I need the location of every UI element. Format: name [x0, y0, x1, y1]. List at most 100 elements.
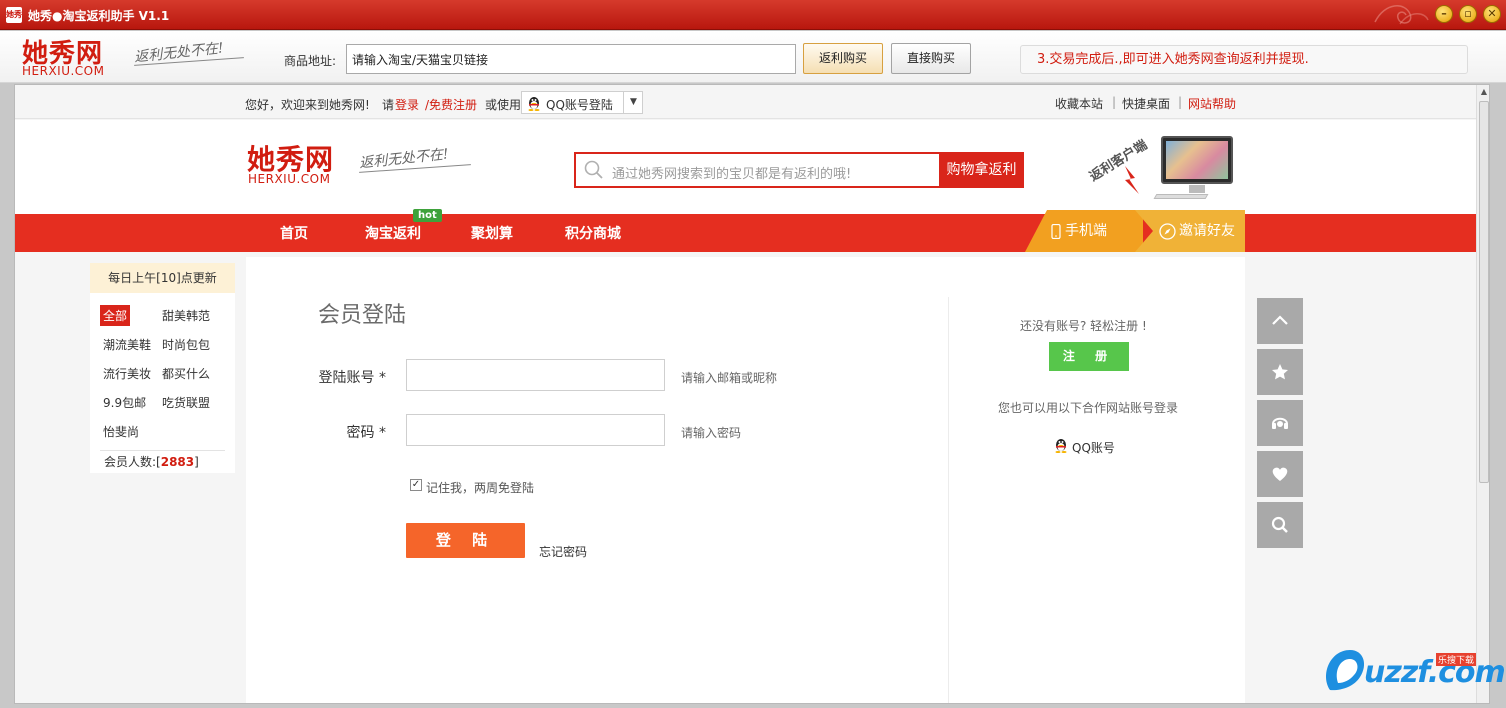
account-field-label: 登陆账号 *: [318, 370, 386, 386]
wishlist-button[interactable]: [1257, 451, 1303, 497]
direct-buy-button[interactable]: 直接购买: [891, 43, 971, 74]
search-input[interactable]: 通过她秀网搜索到的宝贝都是有返利的哦!: [612, 163, 851, 182]
keyboard-icon: [1153, 194, 1209, 199]
site-logo[interactable]: 她秀网 HERXIU.COM 返利无处不在!: [247, 138, 487, 198]
embedded-browser: 您好，欢迎来到她秀网! 请 登录 /免费注册 或使用 QQ账号登陆 ▼ 收藏本站…: [14, 84, 1490, 704]
category-item[interactable]: 潮流美鞋: [103, 336, 151, 353]
category-item[interactable]: 流行美妆: [103, 365, 151, 382]
customer-service-button[interactable]: [1257, 400, 1303, 446]
member-count-close: ]: [194, 455, 199, 469]
site-header: 她秀网 HERXIU.COM 返利无处不在! 通过她秀网搜索到的宝贝都是有返利的…: [15, 120, 1476, 214]
login-button[interactable]: 登 陆: [406, 523, 525, 558]
category-all[interactable]: 全部: [100, 305, 131, 326]
invite-friends-tab[interactable]: 邀请好友: [1135, 210, 1245, 252]
uzzf-watermark: uzzf.com 乐搜下载: [1320, 645, 1506, 700]
favorite-site-link[interactable]: 收藏本站: [1055, 95, 1103, 112]
fanli-buy-button[interactable]: 返利购买: [803, 43, 883, 74]
search-icon: [1271, 516, 1288, 533]
notice-banner: 3.交易完成后.,即可进入她秀网查询返利并提现.: [1020, 45, 1468, 74]
chevron-down-icon[interactable]: ▼: [623, 92, 643, 113]
mobile-phone-icon: [1051, 224, 1061, 239]
monitor-stand: [1189, 185, 1205, 193]
uzzf-logo-icon: [1326, 650, 1365, 691]
site-topbar: 您好，欢迎来到她秀网! 请 登录 /免费注册 或使用 QQ账号登陆 ▼ 收藏本站…: [15, 85, 1476, 119]
app-toolbar: 她秀网 HERXIU.COM 返利无处不在! 商品地址: 返利购买 直接购买 3…: [0, 31, 1506, 83]
password-input[interactable]: [406, 414, 665, 446]
vertical-scrollbar[interactable]: ▲: [1476, 85, 1489, 703]
scroll-up-icon[interactable]: ▲: [1478, 87, 1489, 99]
account-input[interactable]: [406, 359, 665, 391]
site-search-box[interactable]: 通过她秀网搜索到的宝贝都是有返利的哦! 购物拿返利: [574, 152, 1024, 188]
minimize-icon[interactable]: –: [1435, 5, 1453, 23]
monitor-icon: [1161, 136, 1233, 184]
site-help-link[interactable]: 网站帮助: [1188, 95, 1236, 112]
member-count-label: 会员人数:[: [104, 455, 161, 469]
maximize-icon[interactable]: ▫: [1459, 5, 1477, 23]
qq-account-label: QQ账号: [1072, 441, 1115, 455]
no-account-text: 还没有账号? 轻松注册 !: [1020, 319, 1147, 333]
nav-item-taobao-fanli[interactable]: 淘宝返利: [365, 223, 421, 243]
nav-item-juhuasuan[interactable]: 聚划算: [471, 223, 513, 243]
lightning-icon: [1125, 166, 1139, 194]
close-icon[interactable]: ✕: [1483, 5, 1501, 23]
login-panel: 会员登陆 登陆账号 * 请输入邮箱或昵称 密码 * 请输入密码 ✓ 记住我，两周…: [246, 257, 1245, 703]
password-hint: 请输入密码: [681, 426, 742, 440]
product-url-input[interactable]: [346, 44, 796, 74]
window-title: 她秀●淘宝返利助手 V1.1: [28, 9, 170, 23]
watermark-subtitle: 乐搜下载: [1436, 653, 1477, 666]
heart-icon: [1272, 467, 1288, 481]
decorative-swirl-icon: [1374, 5, 1429, 25]
category-item[interactable]: 吃货联盟: [162, 394, 210, 411]
category-sidebar: 每日上午[10]点更新 全部 甜美韩范 潮流美鞋 时尚包包 流行美妆 都买什么 …: [90, 263, 235, 473]
mobile-client-tab[interactable]: 手机端: [1025, 210, 1143, 252]
scrollbar-thumb[interactable]: [1479, 101, 1489, 483]
password-field-label: 密码 *: [346, 425, 386, 441]
back-to-top-button[interactable]: [1257, 298, 1303, 344]
search-icon: [584, 160, 603, 179]
window-titlebar[interactable]: 她秀 她秀●淘宝返利助手 V1.1 – ▫ ✕: [0, 0, 1506, 30]
daily-update-notice: 每日上午[10]点更新: [90, 263, 235, 293]
back-to-top-icon: [1272, 315, 1288, 325]
member-count: 会员人数:[2883]: [104, 453, 199, 470]
logo-domain: HERXIU.COM: [22, 64, 105, 78]
category-item[interactable]: 9.9包邮: [103, 394, 146, 411]
desktop-shortcut-link[interactable]: 快捷桌面: [1122, 95, 1170, 112]
login-link[interactable]: 登录: [395, 96, 419, 113]
qq-penguin-icon: [528, 97, 540, 111]
mobile-tab-label: 手机端: [1065, 223, 1107, 239]
category-item[interactable]: 甜美韩范: [162, 307, 210, 324]
qq-login-dropdown[interactable]: QQ账号登陆 ▼: [521, 91, 643, 114]
address-label: 商品地址:: [284, 54, 337, 68]
nav-item-points-mall[interactable]: 积分商城: [565, 223, 621, 243]
side-search-button[interactable]: [1257, 502, 1303, 548]
register-button[interactable]: 注 册: [1049, 342, 1129, 371]
category-item[interactable]: 时尚包包: [162, 336, 210, 353]
logo-domain: HERXIU.COM: [248, 172, 331, 186]
app-icon: 她秀: [6, 7, 22, 23]
remember-me-checkbox[interactable]: ✓: [410, 479, 422, 491]
category-item[interactable]: 怡斐尚: [103, 423, 139, 440]
divider: [948, 297, 949, 703]
nav-item-home[interactable]: 首页: [280, 223, 308, 243]
toolbar-logo: 她秀网 HERXIU.COM 返利无处不在!: [18, 33, 258, 79]
search-button[interactable]: 购物拿返利: [939, 154, 1024, 186]
watermark-brand: uzzf.com: [1364, 655, 1506, 690]
forgot-password-link[interactable]: 忘记密码: [539, 543, 587, 560]
star-icon: [1272, 364, 1288, 380]
favorite-button[interactable]: [1257, 349, 1303, 395]
category-item[interactable]: 都买什么: [162, 365, 210, 382]
page-title: 会员登陆: [318, 303, 407, 328]
remember-me-label[interactable]: 记住我，两周免登陆: [426, 479, 534, 496]
invite-tab-label: 邀请好友: [1179, 223, 1235, 239]
member-count-value: 2883: [160, 455, 195, 469]
client-promo[interactable]: 返利客户端: [1085, 130, 1240, 215]
site-nav: 首页 淘宝返利 hot 聚划算 积分商城 手机端 邀请好友: [15, 209, 1476, 252]
separator: |: [1112, 95, 1117, 109]
qq-login-label: QQ账号登陆: [546, 98, 613, 112]
compass-icon: [1159, 223, 1176, 240]
hot-badge: hot: [413, 209, 442, 222]
or-use-text: 或使用: [485, 98, 522, 112]
free-register-link[interactable]: /免费注册: [425, 96, 477, 113]
partner-login-text: 您也可以用以下合作网站账号登录: [998, 401, 1179, 415]
separator: |: [1178, 95, 1183, 109]
